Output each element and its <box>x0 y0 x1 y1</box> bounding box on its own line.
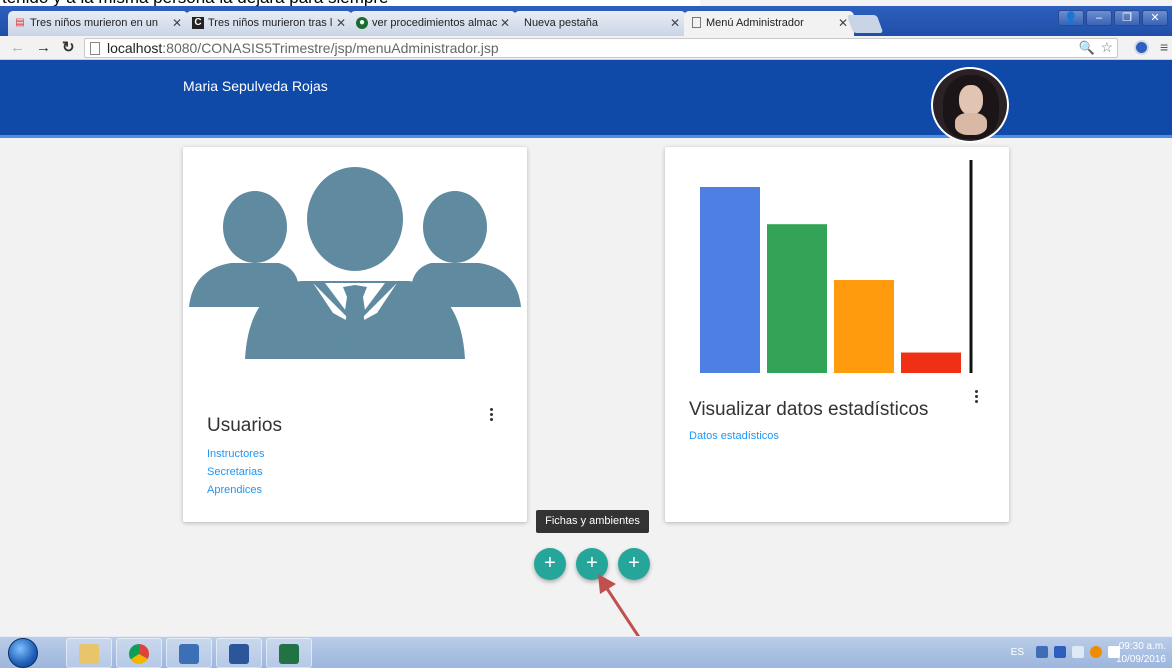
extension-icon[interactable] <box>1134 40 1149 55</box>
back-arrow-icon[interactable]: ← <box>10 39 25 57</box>
app-header: Maria Sepulveda Rojas <box>0 60 1172 143</box>
close-icon[interactable]: ✕ <box>172 16 182 30</box>
card-title: Visualizar datos estadísticos <box>689 399 929 420</box>
tab-label: Tres niños murieron tras l <box>208 17 333 29</box>
close-icon[interactable]: ✕ <box>336 16 346 30</box>
tab-news-2[interactable]: C Tres niños murieron tras l ✕ <box>186 11 352 36</box>
zoom-icon[interactable]: 🔍 <box>1079 40 1095 56</box>
system-tray: ES 09:30 a.m. 10/09/2016 <box>952 637 1172 668</box>
link-datos-estadisticos[interactable]: Datos estadísticos <box>689 427 779 445</box>
window-controls: 👤 – ❐ ✕ <box>1058 10 1168 26</box>
excel-icon <box>279 644 299 664</box>
avatar[interactable] <box>931 67 1009 143</box>
tab-label: Tres niños murieron en un <box>30 17 158 29</box>
clock[interactable]: 09:30 a.m. 10/09/2016 <box>1116 640 1166 666</box>
close-icon[interactable]: ✕ <box>838 16 848 30</box>
users-links: Instructores Secretarias Aprendices <box>207 445 264 499</box>
minimize-button[interactable]: – <box>1086 10 1112 26</box>
close-icon[interactable]: ✕ <box>670 16 680 30</box>
screen: tenido y a la misma persona la dejara pa… <box>0 0 1172 668</box>
page-icon <box>90 42 100 55</box>
tab-label: Menú Administrador <box>706 17 804 29</box>
user-icon[interactable]: 👤 <box>1058 10 1084 26</box>
tab-news-1[interactable]: ▤ Tres niños murieron en un ✕ <box>8 11 188 36</box>
chart-bar <box>834 280 894 373</box>
chart-bar <box>767 224 827 373</box>
close-window-button[interactable]: ✕ <box>1142 10 1168 26</box>
browser-tab-strip: ▤ Tres niños murieron en un ✕ C Tres niñ… <box>0 6 1172 37</box>
avatar-face <box>959 85 983 115</box>
reload-icon[interactable]: ↻ <box>62 39 75 57</box>
clock-date: 10/09/2016 <box>1115 654 1166 665</box>
add-fab-button[interactable]: + <box>534 548 566 580</box>
tab-stackoverflow[interactable]: ● ver procedimientos almac ✕ <box>350 11 516 36</box>
browser-toolbar: ← → ↻ localhost:8080/CONASIS5Trimestre/j… <box>0 36 1172 60</box>
url-host: localhost <box>107 40 163 56</box>
tray-arrow-icon[interactable] <box>1036 646 1048 658</box>
tab-label: ver procedimientos almac <box>372 17 498 29</box>
windows-taskbar: ES 09:30 a.m. 10/09/2016 <box>0 636 1172 668</box>
more-vert-icon[interactable] <box>486 407 496 425</box>
chrome-icon <box>129 644 149 664</box>
link-secretarias[interactable]: Secretarias <box>207 463 264 481</box>
chart-bar <box>700 187 760 373</box>
dropbox-icon[interactable] <box>1054 646 1066 658</box>
close-icon[interactable]: ✕ <box>500 16 510 30</box>
tab-new-tab[interactable]: Nueva pestaña ✕ <box>514 11 686 36</box>
username: Maria Sepulveda Rojas <box>183 78 328 94</box>
tab-label: Nueva pestaña <box>524 17 598 29</box>
users-card: Usuarios Instructores Secretarias Aprend… <box>183 147 527 522</box>
volume-icon[interactable] <box>1072 646 1084 658</box>
tooltip: Fichas y ambientes <box>536 510 649 533</box>
clock-time: 09:30 a.m. <box>1118 641 1166 652</box>
bookmark-star-icon[interactable]: ☆ <box>1100 39 1113 56</box>
cube-icon <box>179 644 199 664</box>
tab-menu-administrador[interactable]: Menú Administrador ✕ <box>684 11 854 37</box>
stats-links: Datos estadísticos <box>689 427 779 445</box>
avast-icon[interactable] <box>1090 646 1102 658</box>
taskbar-item-excel[interactable] <box>266 638 312 668</box>
url-path: :8080/CONASIS5Trimestre/jsp/menuAdminist… <box>162 40 499 56</box>
c-icon: C <box>192 17 204 29</box>
taskbar-item-chrome[interactable] <box>116 638 162 668</box>
stats-card: Visualizar datos estadísticos Datos esta… <box>665 147 1009 522</box>
address-bar[interactable]: localhost:8080/CONASIS5Trimestre/jsp/men… <box>84 38 1118 58</box>
taskbar-item-virtualbox[interactable] <box>166 638 212 668</box>
folder-icon <box>79 644 99 664</box>
link-instructores[interactable]: Instructores <box>207 445 264 463</box>
chart-bar <box>901 352 961 373</box>
taskbar-item-word[interactable] <box>216 638 262 668</box>
link-aprendices[interactable]: Aprendices <box>207 481 264 499</box>
news-icon: ▤ <box>15 17 25 28</box>
new-tab-button[interactable] <box>846 15 884 33</box>
users-group-icon <box>189 167 521 359</box>
start-button[interactable] <box>8 638 38 668</box>
restore-button[interactable]: ❐ <box>1114 10 1140 26</box>
page-icon <box>692 17 701 28</box>
forward-arrow-icon[interactable]: → <box>36 39 51 57</box>
bar-chart <box>700 160 973 373</box>
avatar-hands <box>955 113 987 135</box>
stack-icon: ● <box>356 17 368 29</box>
more-vert-icon[interactable] <box>971 389 981 407</box>
taskbar-item-explorer[interactable] <box>66 638 112 668</box>
language-indicator[interactable]: ES <box>1011 647 1024 658</box>
card-title: Usuarios <box>207 415 282 436</box>
word-icon <box>229 644 249 664</box>
browser-menu-icon[interactable]: ≡ <box>1160 39 1168 55</box>
